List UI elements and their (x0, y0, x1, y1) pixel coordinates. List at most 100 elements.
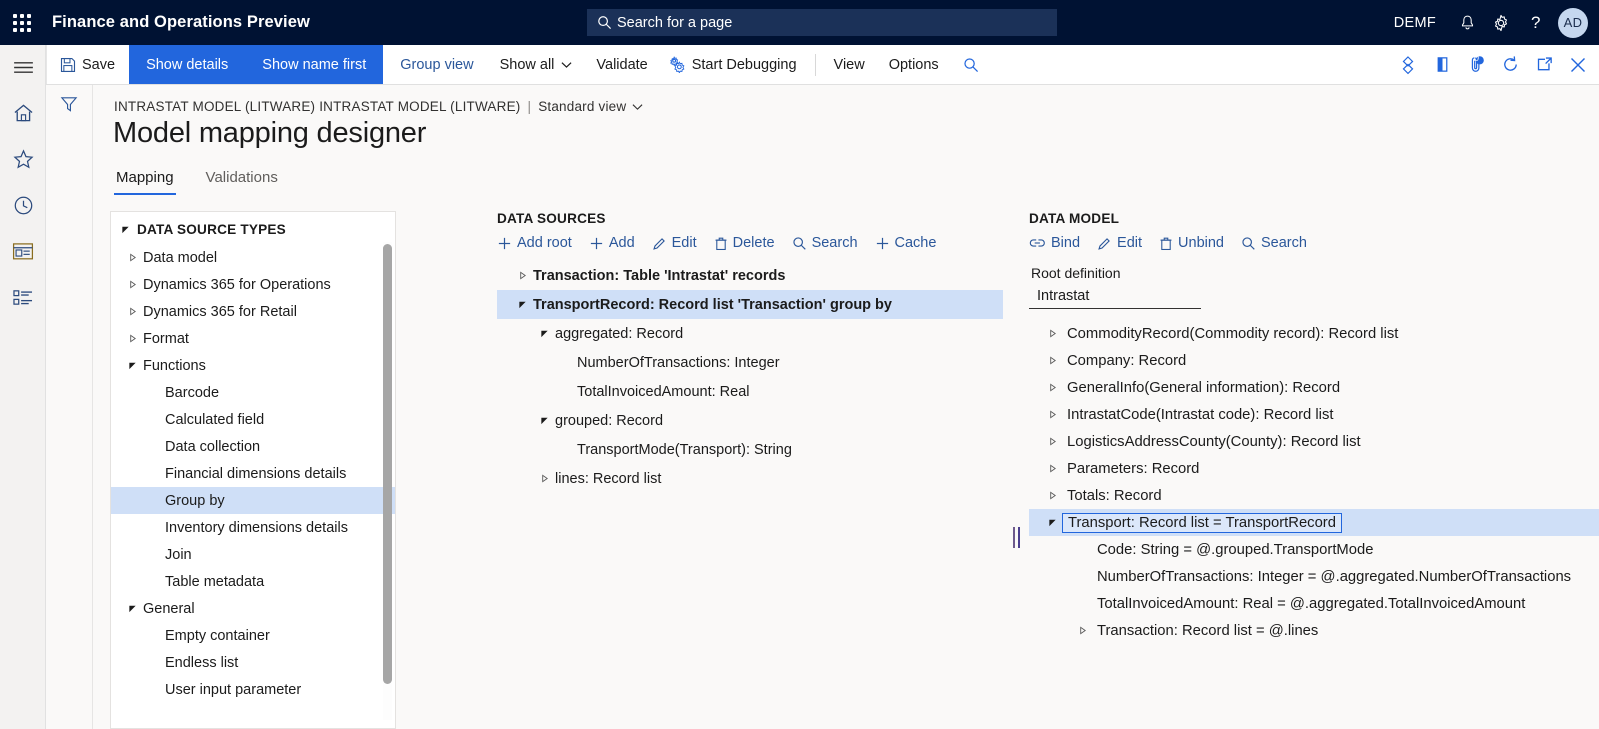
panel-splitter[interactable] (1013, 527, 1020, 548)
refresh-icon[interactable] (1493, 45, 1527, 84)
global-search-input[interactable]: Search for a page (587, 9, 1057, 36)
twisty-collapsed-icon[interactable] (121, 253, 143, 262)
company-selector[interactable]: DEMF (1394, 15, 1436, 31)
twisty-expanded-icon[interactable] (121, 225, 130, 234)
data-source-row[interactable]: TransportRecord: Record list 'Transactio… (497, 290, 1003, 319)
scrollbar-thumb[interactable] (383, 244, 392, 684)
data-source-type-row[interactable]: Functions (111, 352, 395, 379)
tab-mapping[interactable]: Mapping (114, 169, 176, 195)
twisty-collapsed-icon[interactable] (121, 307, 143, 316)
data-source-type-row[interactable]: Join (111, 541, 395, 568)
data-model-row[interactable]: Company: Record (1029, 347, 1599, 374)
gem-icon[interactable] (1391, 45, 1425, 84)
data-source-type-row[interactable]: User input parameter (111, 676, 395, 703)
data-source-type-row[interactable]: Dynamics 365 for Retail (111, 298, 395, 325)
twisty-expanded-icon[interactable] (533, 416, 555, 425)
show-name-first-button[interactable]: Show name first (245, 45, 384, 84)
data-source-type-row[interactable]: Table metadata (111, 568, 395, 595)
question-mark-icon[interactable]: ? (1518, 0, 1552, 45)
data-source-type-row[interactable]: Inventory dimensions details (111, 514, 395, 541)
favorites-star-icon[interactable] (0, 136, 46, 182)
data-model-row[interactable]: IntrastatCode(Intrastat code): Record li… (1029, 401, 1599, 428)
data-model-row[interactable]: Transport: Record list = TransportRecord (1029, 509, 1599, 536)
data-source-row[interactable]: lines: Record list (497, 464, 1003, 493)
filter-funnel-icon[interactable] (60, 95, 92, 118)
attachment-icon[interactable]: 0 (1459, 45, 1493, 84)
data-source-row[interactable]: Transaction: Table 'Intrastat' records (497, 261, 1003, 290)
twisty-expanded-icon[interactable] (511, 300, 533, 309)
command-search-icon[interactable] (951, 45, 991, 84)
twisty-collapsed-icon[interactable] (1037, 437, 1067, 446)
twisty-collapsed-icon[interactable] (1037, 491, 1067, 500)
data-source-type-row[interactable]: Endless list (111, 649, 395, 676)
show-all-dropdown[interactable]: Show all (486, 45, 585, 84)
twisty-collapsed-icon[interactable] (1037, 383, 1067, 392)
close-icon[interactable] (1561, 45, 1595, 84)
data-source-type-row[interactable]: Data collection (111, 433, 395, 460)
twisty-expanded-icon[interactable] (121, 604, 143, 613)
view-selector[interactable]: Standard view (538, 99, 643, 114)
popout-icon[interactable] (1527, 45, 1561, 84)
cache-button[interactable]: Cache (875, 235, 936, 251)
twisty-collapsed-icon[interactable] (1037, 410, 1067, 419)
twisty-collapsed-icon[interactable] (511, 271, 533, 280)
data-source-row[interactable]: NumberOfTransactions: Integer (497, 348, 1003, 377)
workspaces-icon[interactable] (0, 228, 46, 274)
save-button[interactable]: Save (47, 45, 129, 84)
start-debugging-button[interactable]: Start Debugging (660, 45, 809, 84)
hamburger-icon[interactable] (0, 45, 46, 90)
data-source-types-scrollbar[interactable] (383, 242, 392, 720)
data-source-row[interactable]: aggregated: Record (497, 319, 1003, 348)
data-model-row[interactable]: Code: String = @.grouped.TransportMode (1029, 536, 1599, 563)
data-source-type-row[interactable]: Dynamics 365 for Operations (111, 271, 395, 298)
avatar[interactable]: AD (1558, 7, 1588, 38)
bind-button[interactable]: Bind (1029, 235, 1080, 251)
recent-clock-icon[interactable] (0, 182, 46, 228)
twisty-collapsed-icon[interactable] (1037, 329, 1067, 338)
home-icon[interactable] (0, 90, 46, 136)
edit-button[interactable]: Edit (1097, 235, 1142, 251)
modules-list-icon[interactable] (0, 274, 46, 320)
data-source-type-row[interactable]: Empty container (111, 622, 395, 649)
search-button[interactable]: Search (792, 235, 858, 251)
options-menu[interactable]: Options (877, 45, 951, 84)
view-menu[interactable]: View (822, 45, 877, 84)
data-model-row[interactable]: Transaction: Record list = @.lines (1029, 617, 1599, 644)
twisty-collapsed-icon[interactable] (533, 474, 555, 483)
add-button[interactable]: Add (589, 235, 635, 251)
data-model-row[interactable]: Totals: Record (1029, 482, 1599, 509)
add-root-button[interactable]: Add root (497, 235, 572, 251)
twisty-expanded-icon[interactable] (533, 329, 555, 338)
twisty-collapsed-icon[interactable] (1037, 464, 1067, 473)
waffle-icon[interactable] (0, 0, 44, 45)
edit-button[interactable]: Edit (652, 235, 697, 251)
show-details-button[interactable]: Show details (129, 45, 246, 84)
data-model-row[interactable]: TotalInvoicedAmount: Real = @.aggregated… (1029, 590, 1599, 617)
data-source-row[interactable]: TotalInvoicedAmount: Real (497, 377, 1003, 406)
data-source-types-header[interactable]: DATA SOURCE TYPES (111, 212, 395, 244)
gear-icon[interactable] (1484, 0, 1518, 45)
data-model-row[interactable]: NumberOfTransactions: Integer = @.aggreg… (1029, 563, 1599, 590)
data-model-row[interactable]: CommodityRecord(Commodity record): Recor… (1029, 320, 1599, 347)
root-definition-input[interactable] (1029, 285, 1201, 309)
data-source-type-row[interactable]: Format (111, 325, 395, 352)
delete-button[interactable]: Delete (714, 235, 775, 251)
twisty-collapsed-icon[interactable] (1037, 356, 1067, 365)
twisty-collapsed-icon[interactable] (1067, 626, 1097, 635)
validate-button[interactable]: Validate (584, 45, 659, 84)
twisty-expanded-icon[interactable] (121, 361, 143, 370)
group-view-button[interactable]: Group view (383, 45, 485, 84)
data-source-type-row[interactable]: Financial dimensions details (111, 460, 395, 487)
data-source-row[interactable]: grouped: Record (497, 406, 1003, 435)
search-button[interactable]: Search (1241, 235, 1307, 251)
twisty-collapsed-icon[interactable] (121, 280, 143, 289)
open-in-office-icon[interactable] (1425, 45, 1459, 84)
bell-icon[interactable] (1450, 0, 1484, 45)
data-source-type-row[interactable]: General (111, 595, 395, 622)
tab-validations[interactable]: Validations (204, 169, 280, 195)
data-model-row[interactable]: GeneralInfo(General information): Record (1029, 374, 1599, 401)
data-model-row[interactable]: LogisticsAddressCounty(County): Record l… (1029, 428, 1599, 455)
data-source-type-row[interactable]: Data model (111, 244, 395, 271)
unbind-button[interactable]: Unbind (1159, 235, 1224, 251)
data-source-type-row[interactable]: Barcode (111, 379, 395, 406)
